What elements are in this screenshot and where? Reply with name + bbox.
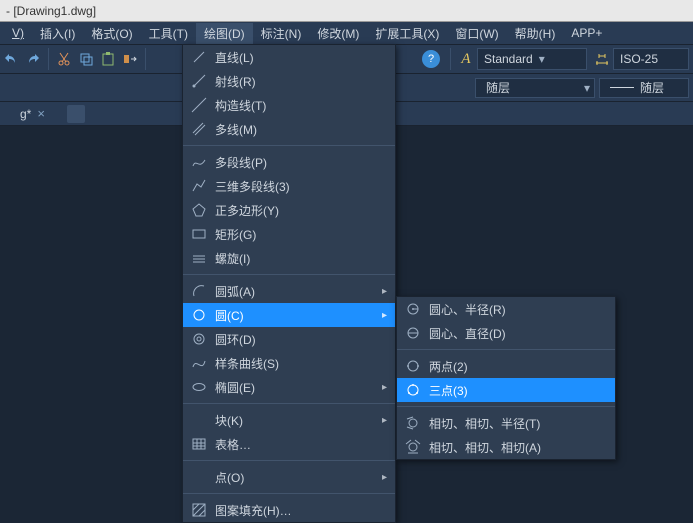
draw-xline[interactable]: 构造线(T)	[183, 93, 395, 117]
dimstyle-icon[interactable]	[591, 48, 613, 70]
draw-pline[interactable]: 多段线(P)	[183, 150, 395, 174]
circle-2points[interactable]: 两点(2)	[397, 354, 615, 378]
textstyle-icon[interactable]: A	[455, 48, 477, 70]
doc-tab[interactable]: g*×	[6, 103, 59, 125]
circle-submenu: 圆心、半径(R) 圆心、直径(D) 两点(2) 三点(3) 相切、相切、半径(T…	[396, 296, 616, 460]
dimstyle-select[interactable]: ISO-25	[613, 48, 689, 70]
circle-ttr[interactable]: 相切、相切、半径(T)	[397, 411, 615, 435]
draw-point[interactable]: 点(O)▸	[183, 465, 395, 489]
draw-mline[interactable]: 多线(M)	[183, 117, 395, 141]
match-icon[interactable]	[119, 48, 141, 70]
menu-format[interactable]: 格式(O)	[83, 23, 140, 44]
menu-modify[interactable]: 修改(M)	[309, 23, 367, 44]
linetype-select[interactable]: 随层	[599, 78, 689, 98]
menu-dim[interactable]: 标注(N)	[253, 23, 310, 44]
layer-select[interactable]: 随层▾	[475, 78, 595, 98]
undo-icon[interactable]	[0, 48, 22, 70]
draw-3dpline[interactable]: 三维多段线(3)	[183, 174, 395, 198]
draw-spiral[interactable]: 螺旋(I)	[183, 246, 395, 270]
draw-rect[interactable]: 矩形(G)	[183, 222, 395, 246]
draw-menu: 直线(L) 射线(R) 构造线(T) 多线(M) 多段线(P) 三维多段线(3)…	[182, 44, 396, 523]
draw-ellipse[interactable]: 椭圆(E)▸	[183, 375, 395, 399]
redo-icon[interactable]	[22, 48, 44, 70]
menu-window[interactable]: 窗口(W)	[447, 23, 506, 44]
menu-app[interactable]: APP+	[563, 24, 610, 42]
draw-ray[interactable]: 射线(R)	[183, 69, 395, 93]
menu-view[interactable]: V)	[4, 24, 32, 42]
menu-insert[interactable]: 插入(I)	[32, 23, 83, 44]
draw-spline[interactable]: 样条曲线(S)	[183, 351, 395, 375]
help-icon[interactable]: ?	[422, 50, 440, 68]
draw-hatch[interactable]: 图案填充(H)…	[183, 498, 395, 522]
circle-ttt[interactable]: 相切、相切、相切(A)	[397, 435, 615, 459]
menu-draw[interactable]: 绘图(D)	[196, 23, 253, 44]
menu-help[interactable]: 帮助(H)	[507, 23, 564, 44]
draw-block[interactable]: 块(K)▸	[183, 408, 395, 432]
cut-icon[interactable]	[53, 48, 75, 70]
menu-bar: V) 插入(I) 格式(O) 工具(T) 绘图(D) 标注(N) 修改(M) 扩…	[0, 22, 693, 44]
circle-3points[interactable]: 三点(3)	[397, 378, 615, 402]
title-bar: - [Drawing1.dwg]	[0, 0, 693, 22]
textstyle-select[interactable]: Standard▾	[477, 48, 587, 70]
menu-tools[interactable]: 工具(T)	[141, 23, 196, 44]
circle-center-radius[interactable]: 圆心、半径(R)	[397, 297, 615, 321]
close-icon[interactable]: ×	[37, 106, 45, 121]
new-tab-icon[interactable]	[67, 105, 85, 123]
circle-center-diameter[interactable]: 圆心、直径(D)	[397, 321, 615, 345]
draw-arc[interactable]: 圆弧(A)▸	[183, 279, 395, 303]
draw-donut[interactable]: 圆环(D)	[183, 327, 395, 351]
paste-icon[interactable]	[97, 48, 119, 70]
draw-line[interactable]: 直线(L)	[183, 45, 395, 69]
menu-ext[interactable]: 扩展工具(X)	[367, 23, 447, 44]
draw-circle[interactable]: 圆(C)▸	[183, 303, 395, 327]
draw-table[interactable]: 表格…	[183, 432, 395, 456]
copy-icon[interactable]	[75, 48, 97, 70]
draw-polygon[interactable]: 正多边形(Y)	[183, 198, 395, 222]
